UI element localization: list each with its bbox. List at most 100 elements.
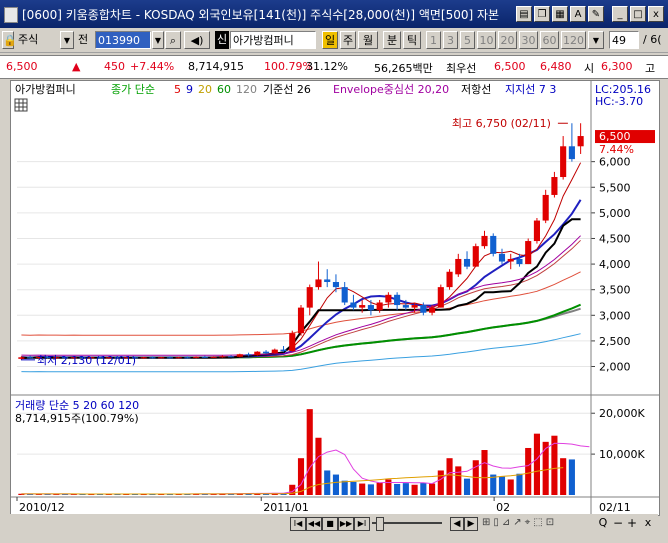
print-icon[interactable]: ▤ [516, 6, 532, 22]
x-axis: 2010/12 2011/01 02 02/11 [16, 497, 631, 514]
chart-panel[interactable]: 아가방컴퍼니 종가 단순 5 9 20 60 120 기준선 26 Envelo… [10, 80, 660, 516]
volume-bar [420, 482, 427, 495]
minimize-button[interactable]: _ [612, 6, 628, 22]
minute-120[interactable]: 120 [561, 31, 586, 49]
tab-minute[interactable]: 분 [383, 31, 401, 49]
minute-dropdown-icon[interactable]: ▼ [588, 31, 604, 49]
candle-body [446, 271, 453, 288]
candle-body [245, 354, 252, 356]
minute-1[interactable]: 1 [426, 31, 441, 49]
rewind-button[interactable]: ◀◀ [306, 517, 322, 531]
candle-body [297, 307, 305, 334]
drawing-tools-strip[interactable]: ⊞▯⊿↗⌖⬚⊡ [482, 517, 592, 529]
legend-ma-5: 5 [174, 83, 181, 96]
count-input[interactable]: 49 [609, 31, 639, 49]
prev-page-button[interactable]: ◀ [450, 517, 464, 531]
close-chart-button[interactable]: x [642, 516, 654, 530]
volume-bar [507, 479, 514, 495]
stock-code-input[interactable]: 013990 [95, 31, 151, 49]
fast-forward-button[interactable]: ▶▶ [338, 517, 354, 531]
maximize-button[interactable]: □ [630, 6, 646, 22]
candle-body [560, 146, 567, 178]
candle-body [516, 258, 523, 265]
company-name-field: 아가방컴퍼니 [230, 31, 316, 49]
trade-amount: 56,265백만 [374, 62, 433, 75]
candle-body [184, 357, 191, 359]
candle-body [210, 356, 217, 358]
volume-bar [385, 479, 392, 495]
go-end-button[interactable]: ▶I [354, 517, 370, 531]
candle-body [568, 146, 575, 160]
candle-body [551, 177, 558, 195]
minute-30[interactable]: 30 [519, 31, 538, 49]
candle-body [525, 241, 532, 265]
current-price-label: 6,500 [599, 130, 631, 143]
candle-body [350, 302, 357, 308]
close-button[interactable]: x [648, 6, 664, 22]
candle-body [402, 305, 409, 308]
x-tick-label: 02/11 [599, 501, 631, 514]
quote-info-row: 6,500 ▲ 450 +7.44% 8,714,915 100.79% 31.… [0, 55, 668, 79]
current-price: 6,500 [6, 60, 38, 73]
candle-body [27, 357, 34, 359]
candle-body [193, 356, 200, 358]
minute-10[interactable]: 10 [477, 31, 496, 49]
envelope-center-line [21, 235, 581, 356]
tab-tick[interactable]: 틱 [403, 31, 421, 49]
market-dropdown-icon[interactable]: ▼ [60, 31, 74, 49]
candle-body [280, 349, 287, 352]
price-tick-label: 5,000 [599, 207, 631, 220]
best-quote-label: 최우선 [446, 62, 477, 75]
stop-button[interactable]: ■ [322, 517, 338, 531]
price-tick-label: 3,500 [599, 284, 631, 297]
up-arrow-icon: ▲ [72, 60, 81, 73]
chart-icon[interactable]: ▦ [552, 6, 568, 22]
price-tick-label: 2,500 [599, 335, 631, 348]
zoom-out-button[interactable]: − [612, 516, 624, 530]
legend-ma-label: 종가 단순 [111, 83, 155, 96]
volume-axis: 20,000K 10,000K [591, 407, 645, 461]
minute-20[interactable]: 20 [498, 31, 517, 49]
volume-bar [568, 459, 575, 495]
market-select[interactable]: 주식 [16, 31, 60, 49]
candle-body [411, 305, 418, 308]
speaker-icon[interactable]: ◀) [184, 31, 210, 49]
code-dropdown-icon[interactable]: ▼ [152, 31, 164, 49]
minute-3[interactable]: 3 [443, 31, 458, 49]
tab-monthly[interactable]: 월 [358, 31, 378, 49]
volume-bar [306, 409, 313, 495]
next-page-button[interactable]: ▶ [464, 517, 478, 531]
lock-icon[interactable]: 🔒 [2, 31, 17, 49]
legend-ma-9: 9 [186, 83, 193, 96]
volume-bar [297, 458, 305, 495]
candle-body [577, 136, 584, 147]
candle-body [376, 302, 383, 311]
tab-weekly[interactable]: 주 [340, 31, 356, 49]
open-label: 시 [584, 62, 595, 75]
zoom-in-button[interactable]: + [626, 516, 638, 530]
settings-icon[interactable]: ✎ [588, 6, 604, 22]
tab-daily[interactable]: 일 [322, 31, 338, 49]
hc-value: HC:-3.70 [595, 95, 643, 108]
grid-toggle-icon[interactable] [14, 98, 28, 112]
candle-body [166, 357, 173, 359]
min-price-annotation: 최저 2,130 (12/01) [37, 354, 136, 367]
copy-icon[interactable]: ❐ [534, 6, 550, 22]
minute-5[interactable]: 5 [460, 31, 475, 49]
scroll-slider-handle[interactable] [376, 517, 384, 531]
volume-bar [411, 484, 418, 495]
volume-bar [542, 441, 549, 495]
candle-body [201, 356, 208, 358]
go-start-button[interactable]: I◀ [290, 517, 306, 531]
search-icon[interactable]: ⌕ [165, 31, 181, 49]
candle-body [472, 246, 479, 267]
candle-body [271, 349, 278, 354]
candle-body [533, 220, 540, 242]
candle-body [420, 305, 427, 313]
letter-a-icon[interactable]: A [570, 6, 586, 22]
minute-60[interactable]: 60 [540, 31, 559, 49]
candle-body [455, 258, 462, 275]
zoom-icon[interactable]: Q [596, 516, 610, 530]
legend-ma-20: 20 [198, 83, 212, 96]
volume-bar [437, 470, 444, 495]
